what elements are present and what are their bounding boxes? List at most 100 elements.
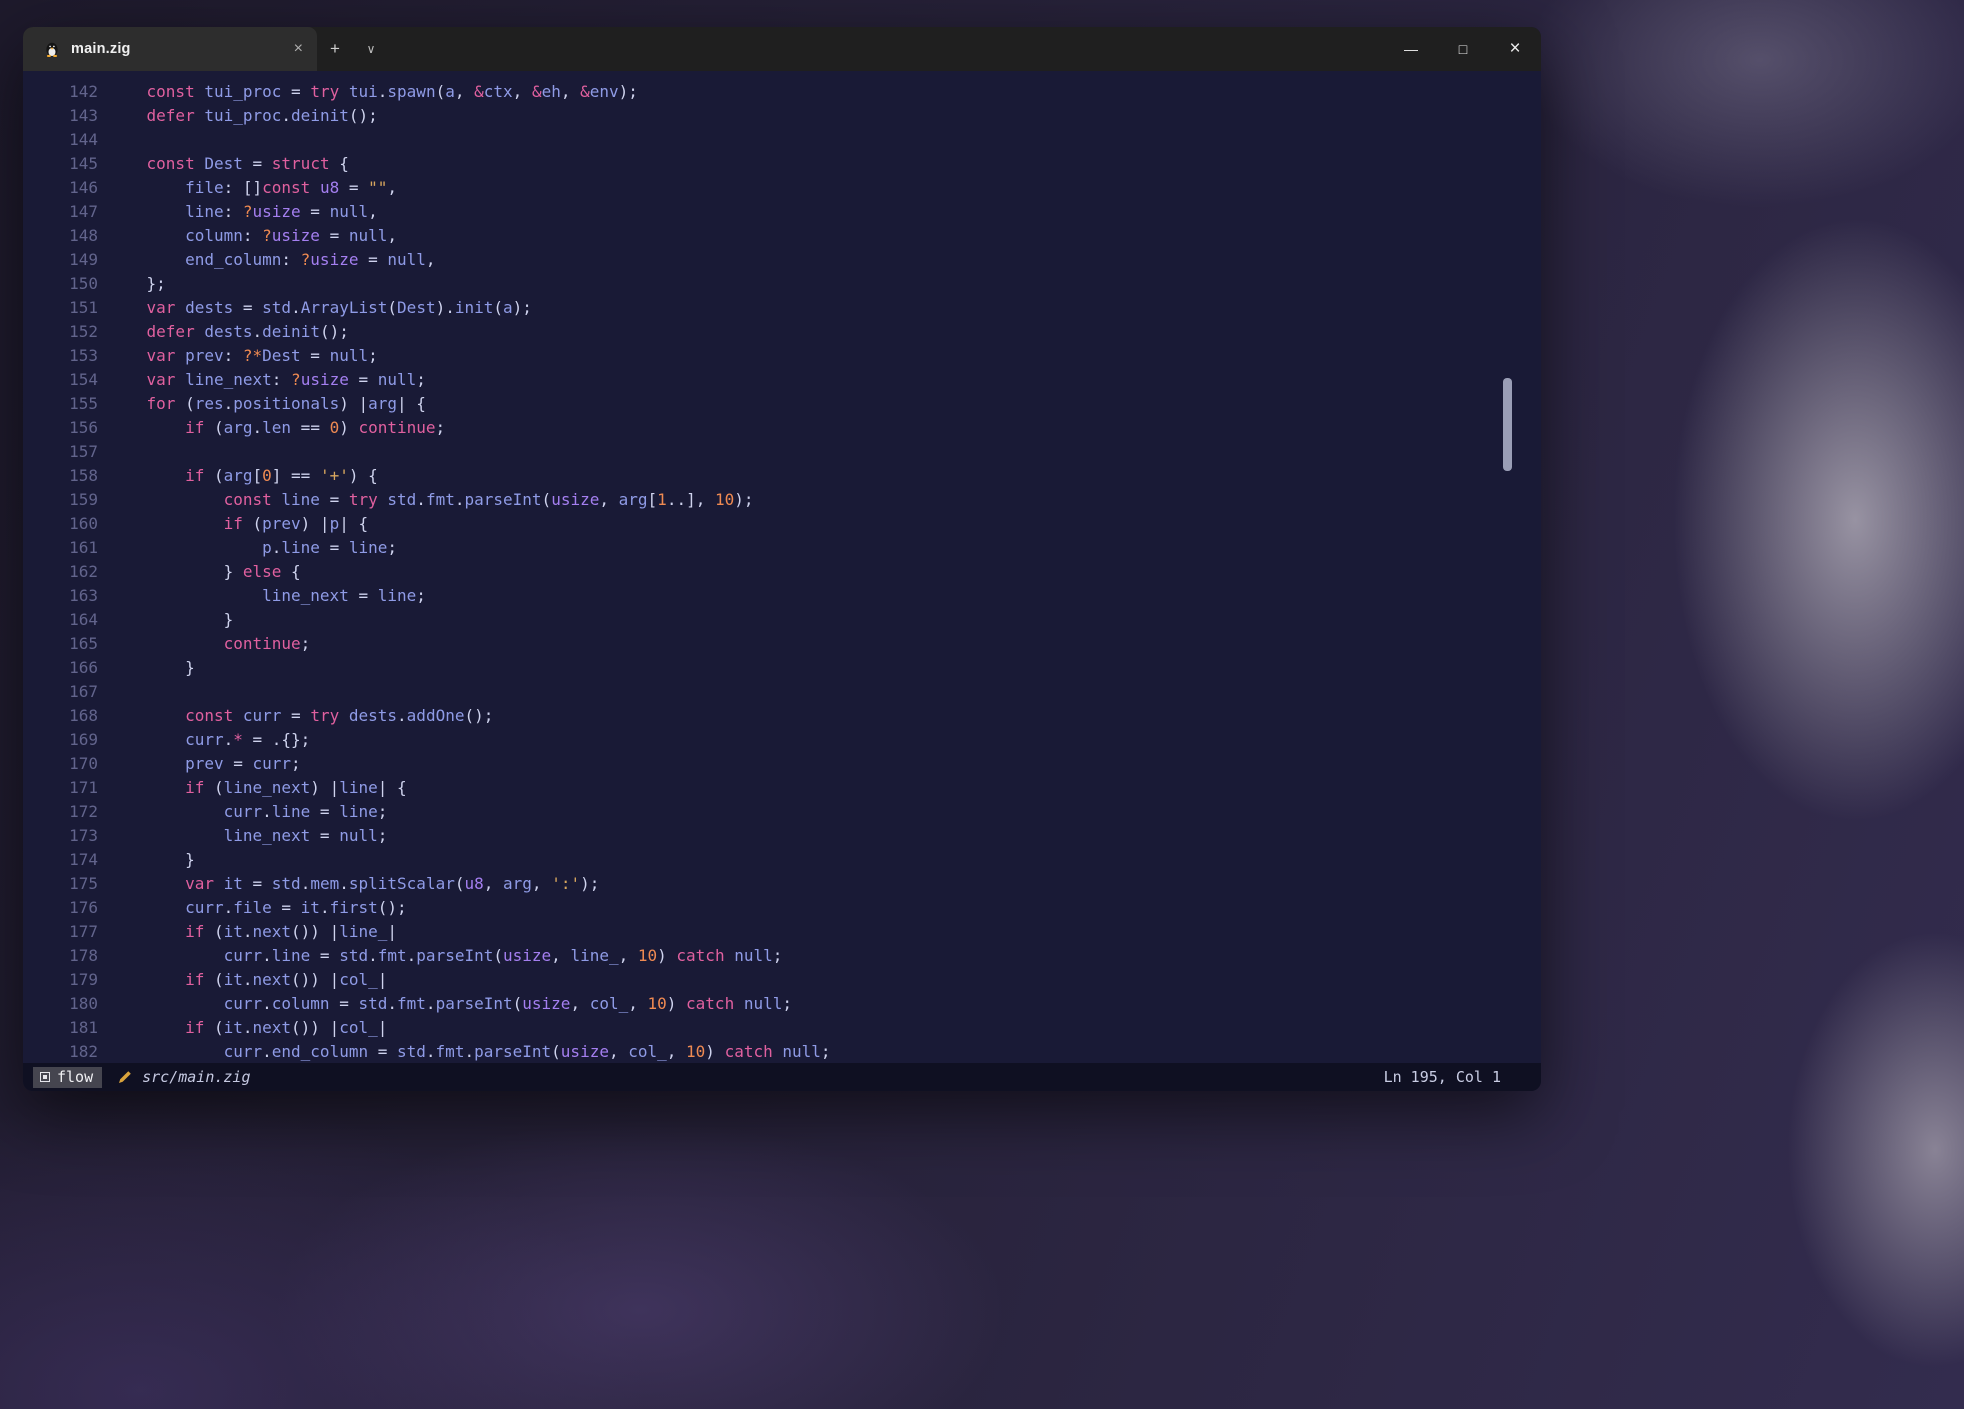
- code-line-text: const curr = try dests.addOne();: [108, 704, 493, 728]
- code-line[interactable]: 145 const Dest = struct {: [23, 152, 1541, 176]
- line-number: 167: [23, 680, 98, 704]
- code-line[interactable]: 171 if (line_next) |line| {: [23, 776, 1541, 800]
- maximize-button[interactable]: □: [1437, 27, 1489, 71]
- code-line[interactable]: 159 const line = try std.fmt.parseInt(us…: [23, 488, 1541, 512]
- code-line[interactable]: 173 line_next = null;: [23, 824, 1541, 848]
- code-line-text: };: [108, 272, 166, 296]
- line-number: 169: [23, 728, 98, 752]
- titlebar[interactable]: main.zig × + ∨ — □ ×: [23, 27, 1541, 71]
- code-line[interactable]: 157: [23, 440, 1541, 464]
- line-number: 160: [23, 512, 98, 536]
- code-line-text: end_column: ?usize = null,: [108, 248, 436, 272]
- code-line[interactable]: 162 } else {: [23, 560, 1541, 584]
- code-line-text: continue;: [108, 632, 310, 656]
- line-number: 159: [23, 488, 98, 512]
- line-number: 142: [23, 80, 98, 104]
- code-line[interactable]: 150 };: [23, 272, 1541, 296]
- code-line[interactable]: 166 }: [23, 656, 1541, 680]
- code-line-text: if (it.next()) |col_|: [108, 1016, 387, 1040]
- code-line[interactable]: 178 curr.line = std.fmt.parseInt(usize, …: [23, 944, 1541, 968]
- code-line[interactable]: 158 if (arg[0] == '+') {: [23, 464, 1541, 488]
- code-line[interactable]: 169 curr.* = .{};: [23, 728, 1541, 752]
- line-number: 182: [23, 1040, 98, 1063]
- line-number: 155: [23, 392, 98, 416]
- code-line-text: defer dests.deinit();: [108, 320, 349, 344]
- code-line-text: prev = curr;: [108, 752, 301, 776]
- code-line[interactable]: 175 var it = std.mem.splitScalar(u8, arg…: [23, 872, 1541, 896]
- code-line[interactable]: 177 if (it.next()) |line_|: [23, 920, 1541, 944]
- line-number: 146: [23, 176, 98, 200]
- code-line[interactable]: 182 curr.end_column = std.fmt.parseInt(u…: [23, 1040, 1541, 1063]
- line-number: 154: [23, 368, 98, 392]
- code-line-text: if (arg.len == 0) continue;: [108, 416, 445, 440]
- code-line[interactable]: 180 curr.column = std.fmt.parseInt(usize…: [23, 992, 1541, 1016]
- code-line-text: }: [108, 848, 195, 872]
- code-line[interactable]: 170 prev = curr;: [23, 752, 1541, 776]
- code-line[interactable]: 149 end_column: ?usize = null,: [23, 248, 1541, 272]
- code-line[interactable]: 161 p.line = line;: [23, 536, 1541, 560]
- line-number: 164: [23, 608, 98, 632]
- code-line-text: curr.line = std.fmt.parseInt(usize, line…: [108, 944, 782, 968]
- code-line[interactable]: 160 if (prev) |p| {: [23, 512, 1541, 536]
- window-controls: — □ ×: [1385, 27, 1541, 71]
- flow-menu-button[interactable]: flow: [33, 1067, 102, 1088]
- line-number: 163: [23, 584, 98, 608]
- code-line[interactable]: 154 var line_next: ?usize = null;: [23, 368, 1541, 392]
- line-number: 173: [23, 824, 98, 848]
- code-line[interactable]: 167: [23, 680, 1541, 704]
- close-button[interactable]: ×: [1489, 27, 1541, 71]
- tab-main-zig[interactable]: main.zig ×: [23, 27, 317, 71]
- line-number: 171: [23, 776, 98, 800]
- code-line[interactable]: 181 if (it.next()) |col_|: [23, 1016, 1541, 1040]
- code-line[interactable]: 174 }: [23, 848, 1541, 872]
- code-line[interactable]: 147 line: ?usize = null,: [23, 200, 1541, 224]
- code-line-text: }: [108, 656, 195, 680]
- tab-close-button[interactable]: ×: [294, 40, 303, 58]
- tab-list-chevron-button[interactable]: ∨: [353, 27, 389, 71]
- code-line[interactable]: 142 const tui_proc = try tui.spawn(a, &c…: [23, 80, 1541, 104]
- code-line-text: for (res.positionals) |arg| {: [108, 392, 426, 416]
- new-tab-button[interactable]: +: [317, 27, 353, 71]
- code-line[interactable]: 151 var dests = std.ArrayList(Dest).init…: [23, 296, 1541, 320]
- line-number: 145: [23, 152, 98, 176]
- line-number: 144: [23, 128, 98, 152]
- file-path: src/main.zig: [142, 1068, 250, 1086]
- code-line[interactable]: 143 defer tui_proc.deinit();: [23, 104, 1541, 128]
- code-line[interactable]: 153 var prev: ?*Dest = null;: [23, 344, 1541, 368]
- code-area[interactable]: 142 const tui_proc = try tui.spawn(a, &c…: [23, 71, 1541, 1063]
- scrollbar-thumb[interactable]: [1503, 378, 1512, 471]
- code-line[interactable]: 176 curr.file = it.first();: [23, 896, 1541, 920]
- code-line-text: const Dest = struct {: [108, 152, 349, 176]
- line-number: 153: [23, 344, 98, 368]
- line-number: 179: [23, 968, 98, 992]
- code-line[interactable]: 165 continue;: [23, 632, 1541, 656]
- code-line-text: line_next = line;: [108, 584, 426, 608]
- code-line[interactable]: 163 line_next = line;: [23, 584, 1541, 608]
- minimize-button[interactable]: —: [1385, 27, 1437, 71]
- code-line[interactable]: 156 if (arg.len == 0) continue;: [23, 416, 1541, 440]
- code-line-text: column: ?usize = null,: [108, 224, 397, 248]
- line-number: 143: [23, 104, 98, 128]
- line-number: 176: [23, 896, 98, 920]
- line-number: 150: [23, 272, 98, 296]
- line-number: 166: [23, 656, 98, 680]
- code-line-text: curr.line = line;: [108, 800, 387, 824]
- code-line[interactable]: 172 curr.line = line;: [23, 800, 1541, 824]
- code-line[interactable]: 146 file: []const u8 = "",: [23, 176, 1541, 200]
- code-line-text: curr.file = it.first();: [108, 896, 407, 920]
- code-line-text: }: [108, 608, 233, 632]
- code-line[interactable]: 164 }: [23, 608, 1541, 632]
- code-line-text: if (line_next) |line| {: [108, 776, 407, 800]
- code-line[interactable]: 144: [23, 128, 1541, 152]
- code-line[interactable]: 148 column: ?usize = null,: [23, 224, 1541, 248]
- app-name: flow: [57, 1068, 93, 1086]
- code-line[interactable]: 152 defer dests.deinit();: [23, 320, 1541, 344]
- code-line-text: if (it.next()) |line_|: [108, 920, 397, 944]
- code-line[interactable]: 179 if (it.next()) |col_|: [23, 968, 1541, 992]
- modified-pencil-icon: [118, 1070, 132, 1084]
- line-number: 158: [23, 464, 98, 488]
- code-line[interactable]: 168 const curr = try dests.addOne();: [23, 704, 1541, 728]
- code-line-text: defer tui_proc.deinit();: [108, 104, 378, 128]
- code-line[interactable]: 155 for (res.positionals) |arg| {: [23, 392, 1541, 416]
- cursor-position[interactable]: Ln 195, Col 1: [1384, 1068, 1501, 1086]
